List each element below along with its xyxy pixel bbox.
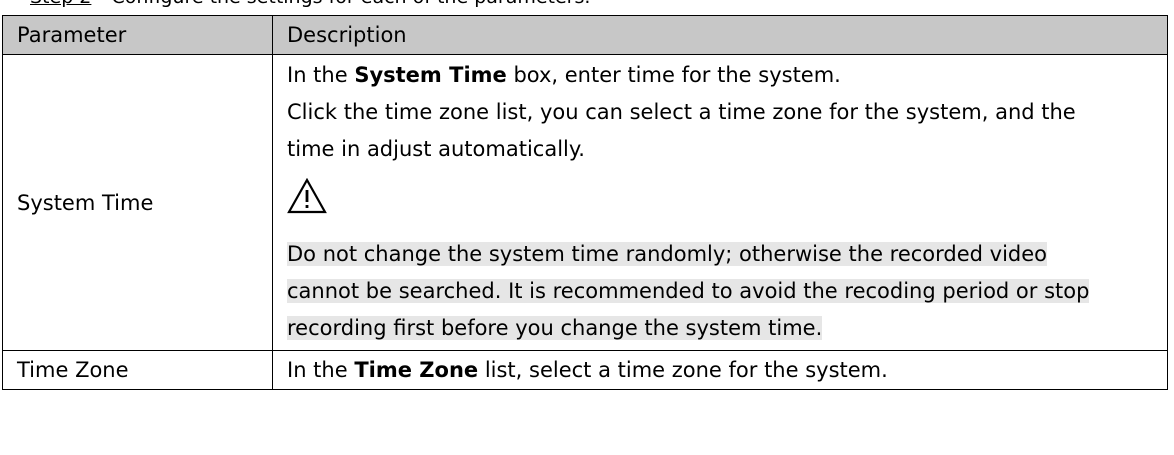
step-heading: Step 2 Configure the settings for each o… xyxy=(0,0,1174,7)
description-cell: In the System Time box, enter time for t… xyxy=(272,54,1168,351)
note-line: recording first before you change the sy… xyxy=(287,316,823,340)
parameter-cell: Time Zone xyxy=(2,350,273,390)
caution-note: Do not change the system time randomly; … xyxy=(287,236,1157,347)
step-text: Configure the settings for each of the p… xyxy=(111,0,590,8)
parameter-table: Parameter Description System Time In the… xyxy=(2,15,1168,390)
column-header-description: Description xyxy=(272,15,1168,55)
bold-term: System Time xyxy=(354,63,507,87)
step-label: Step 2 xyxy=(30,0,91,8)
table-header-row: Parameter Description xyxy=(2,15,1168,55)
text-span: In the xyxy=(287,63,355,87)
warning-triangle-icon xyxy=(287,168,1157,236)
parameter-cell: System Time xyxy=(2,54,273,351)
note-line: cannot be searched. It is recommended to… xyxy=(287,279,1090,303)
table-row: Time Zone In the Time Zone list, select … xyxy=(2,350,1168,390)
text-span: box, enter time for the system. xyxy=(506,63,841,87)
description-line: time in adjust automatically. xyxy=(287,137,585,161)
bold-term: Time Zone xyxy=(354,358,479,382)
text-span: In the xyxy=(287,358,355,382)
description-cell: In the Time Zone list, select a time zon… xyxy=(272,350,1168,390)
text-span: list, select a time zone for the system. xyxy=(478,358,888,382)
table-row: System Time In the System Time box, ente… xyxy=(2,54,1168,351)
description-line: Click the time zone list, you can select… xyxy=(287,100,1076,124)
column-header-parameter: Parameter xyxy=(2,15,273,55)
note-line: Do not change the system time randomly; … xyxy=(287,242,1048,266)
description-line: In the System Time box, enter time for t… xyxy=(287,57,1157,94)
